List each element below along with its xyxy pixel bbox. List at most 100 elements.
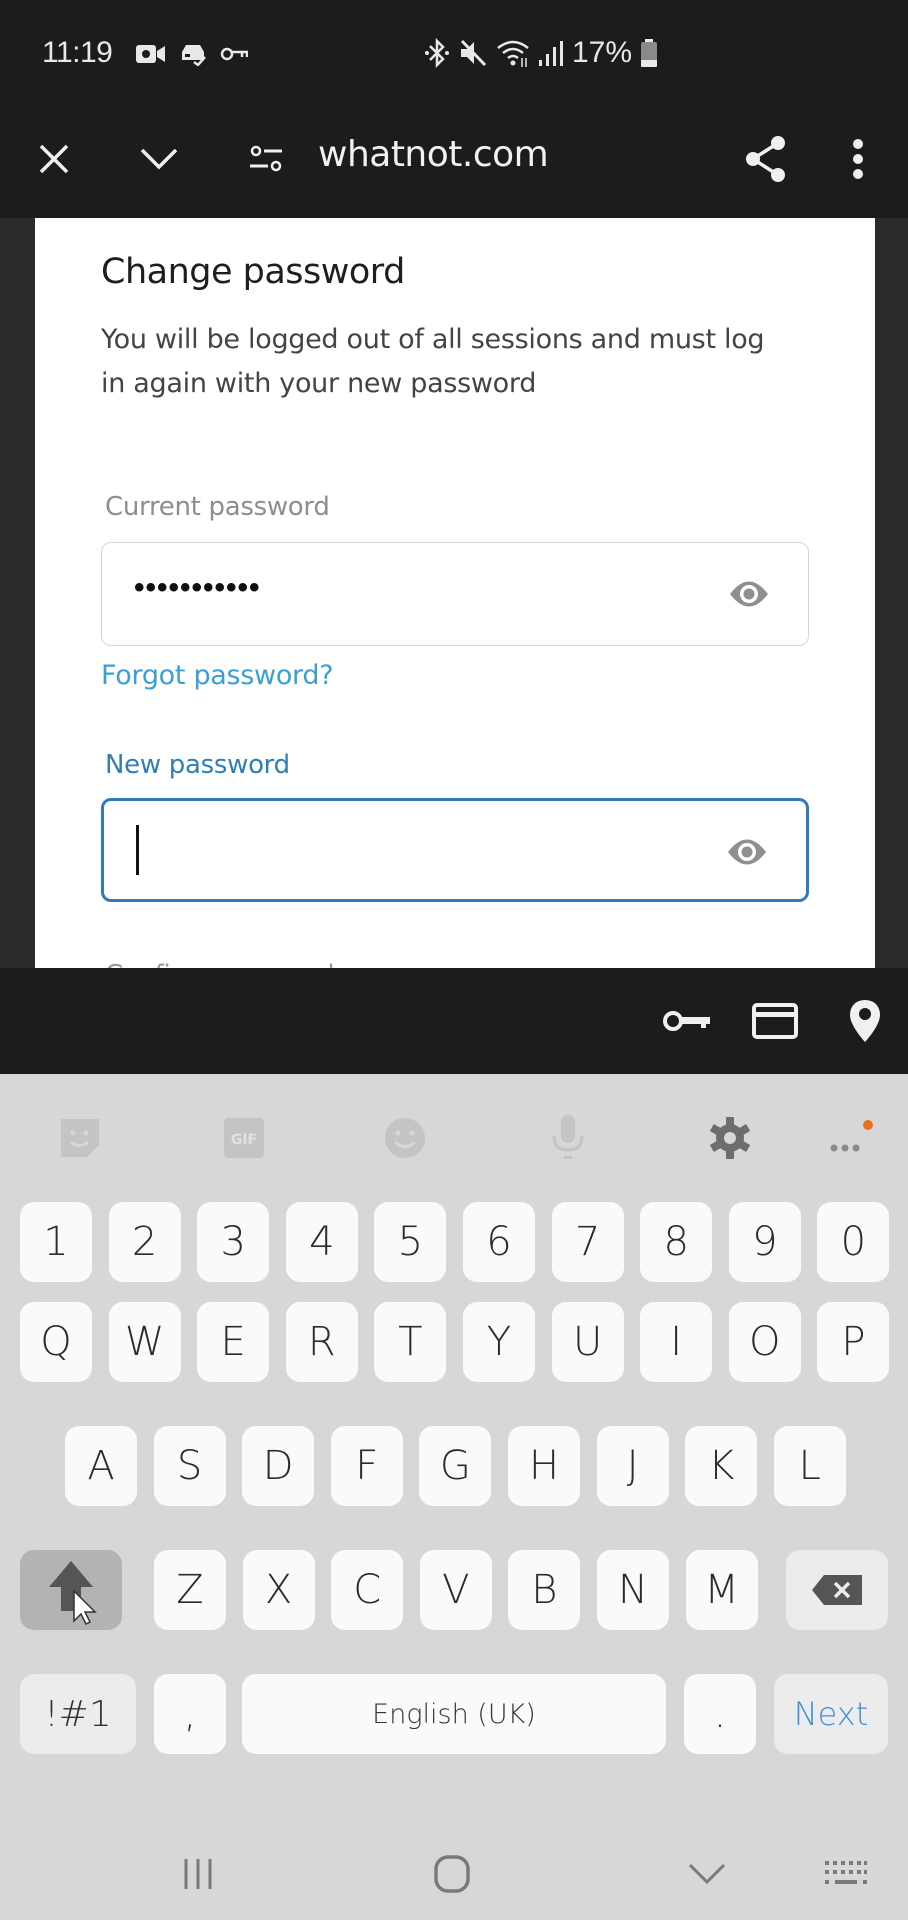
chevron-down-icon bbox=[140, 148, 178, 170]
key-g[interactable]: G bbox=[419, 1426, 492, 1506]
page-description: You will be logged out of all sessions a… bbox=[101, 324, 765, 399]
autofill-address-button[interactable] bbox=[840, 998, 890, 1044]
key-4[interactable]: 4 bbox=[285, 1202, 358, 1282]
current-password-label: Current password bbox=[105, 492, 330, 522]
key-l[interactable]: L bbox=[773, 1426, 846, 1506]
key-h[interactable]: H bbox=[508, 1426, 580, 1506]
key-8[interactable]: 8 bbox=[640, 1202, 713, 1282]
signal-icon bbox=[539, 41, 563, 66]
key-z[interactable]: Z bbox=[154, 1550, 226, 1630]
key-d[interactable]: D bbox=[242, 1426, 315, 1506]
chevron-down-icon bbox=[688, 1863, 726, 1885]
share-button[interactable] bbox=[738, 100, 794, 218]
autofill-bar bbox=[0, 968, 908, 1074]
emoji-icon bbox=[385, 1118, 425, 1158]
key-c[interactable]: C bbox=[331, 1550, 404, 1630]
new-password-input[interactable] bbox=[101, 798, 809, 902]
shift-key[interactable] bbox=[20, 1550, 122, 1630]
recent-apps-button[interactable] bbox=[158, 1844, 238, 1904]
sticker-button[interactable] bbox=[56, 1112, 104, 1164]
webview: Change password You will be logged out o… bbox=[0, 218, 908, 968]
sticker-icon bbox=[61, 1119, 99, 1157]
vpn-key-icon bbox=[220, 47, 248, 61]
comma-key[interactable]: , bbox=[154, 1674, 226, 1754]
more-icon bbox=[830, 1120, 873, 1152]
battery-percent: 17% bbox=[572, 36, 633, 69]
home-button[interactable] bbox=[412, 1844, 492, 1904]
bluetooth-icon bbox=[425, 38, 449, 68]
settings-icon bbox=[710, 1117, 750, 1159]
toggle-new-password-visibility[interactable] bbox=[726, 831, 768, 873]
status-time: 11:19 bbox=[42, 36, 113, 69]
minimize-button[interactable] bbox=[126, 100, 192, 218]
toggle-current-password-visibility[interactable] bbox=[728, 573, 770, 615]
gif-button[interactable]: GIF bbox=[220, 1112, 268, 1164]
keyboard-more-button[interactable] bbox=[826, 1112, 874, 1164]
key-2[interactable]: 2 bbox=[108, 1202, 181, 1282]
key-j[interactable]: J bbox=[596, 1426, 669, 1506]
key-o[interactable]: O bbox=[728, 1302, 801, 1382]
gif-icon: GIF bbox=[224, 1118, 264, 1158]
current-password-input[interactable]: ••••••••••• bbox=[101, 542, 809, 646]
wifi-icon bbox=[497, 40, 529, 67]
emoji-button[interactable] bbox=[381, 1112, 429, 1164]
more-options-button[interactable] bbox=[836, 100, 880, 218]
new-password-label: New password bbox=[105, 750, 290, 780]
url-display[interactable]: whatnot.com bbox=[318, 134, 549, 175]
tune-icon bbox=[250, 145, 282, 172]
backspace-key[interactable] bbox=[786, 1550, 888, 1630]
next-key[interactable]: Next bbox=[774, 1674, 888, 1754]
key-k[interactable]: K bbox=[685, 1426, 758, 1506]
key-a[interactable]: A bbox=[65, 1426, 137, 1506]
confirm-password-label: Confirm password bbox=[105, 960, 335, 968]
space-key[interactable]: English (UK) bbox=[242, 1674, 666, 1754]
key-3[interactable]: 3 bbox=[197, 1202, 270, 1282]
key-6[interactable]: 6 bbox=[463, 1202, 535, 1282]
key-u[interactable]: U bbox=[551, 1302, 624, 1382]
voice-input-button[interactable] bbox=[544, 1112, 592, 1164]
key-f[interactable]: F bbox=[330, 1426, 403, 1506]
close-tab-button[interactable] bbox=[22, 100, 86, 218]
key-r[interactable]: R bbox=[285, 1302, 358, 1382]
keyboard-toolbar: GIF bbox=[0, 1074, 908, 1204]
period-key[interactable]: . bbox=[684, 1674, 756, 1754]
autofill-payment-button[interactable] bbox=[750, 998, 800, 1044]
key-q[interactable]: Q bbox=[20, 1302, 92, 1382]
key-0[interactable]: 0 bbox=[817, 1202, 890, 1282]
forgot-password-link[interactable]: Forgot password? bbox=[101, 660, 334, 691]
keyboard-settings-button[interactable] bbox=[706, 1112, 754, 1164]
symbols-key[interactable]: !#1 bbox=[20, 1674, 136, 1754]
video-record-icon bbox=[136, 45, 165, 63]
keyboard-switch-button[interactable] bbox=[806, 1844, 886, 1904]
recent-apps-icon bbox=[184, 1859, 212, 1889]
keyboard: GIF 1234567890 QWERTYUIOP ASDFGHJKL ZXCVBNM… bbox=[0, 1074, 908, 1834]
key-t[interactable]: T bbox=[374, 1302, 447, 1382]
key-w[interactable]: W bbox=[108, 1302, 181, 1382]
status-bar: 11:19 17% bbox=[0, 0, 908, 100]
key-icon bbox=[663, 1011, 710, 1031]
key-5[interactable]: 5 bbox=[374, 1202, 447, 1282]
key-s[interactable]: S bbox=[153, 1426, 226, 1506]
key-x[interactable]: X bbox=[242, 1550, 315, 1630]
key-n[interactable]: N bbox=[597, 1550, 669, 1630]
key-m[interactable]: M bbox=[685, 1550, 758, 1630]
credit-card-icon bbox=[752, 1003, 798, 1039]
key-b[interactable]: B bbox=[508, 1550, 581, 1630]
key-v[interactable]: V bbox=[419, 1550, 492, 1630]
key-1[interactable]: 1 bbox=[20, 1202, 92, 1282]
backspace-icon bbox=[812, 1575, 862, 1605]
text-caret bbox=[136, 825, 139, 875]
key-p[interactable]: P bbox=[817, 1302, 890, 1382]
status-left-icons bbox=[136, 42, 248, 66]
status-right-icons: 17% bbox=[424, 36, 658, 70]
key-i[interactable]: I bbox=[640, 1302, 713, 1382]
site-settings-button[interactable] bbox=[240, 100, 292, 218]
autofill-passwords-button[interactable] bbox=[662, 998, 712, 1044]
hide-keyboard-button[interactable] bbox=[667, 1844, 747, 1904]
key-9[interactable]: 9 bbox=[728, 1202, 801, 1282]
key-7[interactable]: 7 bbox=[551, 1202, 624, 1282]
shift-arrow-icon bbox=[49, 1561, 97, 1625]
key-y[interactable]: Y bbox=[463, 1302, 535, 1382]
navigation-bar bbox=[0, 1834, 908, 1920]
key-e[interactable]: E bbox=[197, 1302, 270, 1382]
